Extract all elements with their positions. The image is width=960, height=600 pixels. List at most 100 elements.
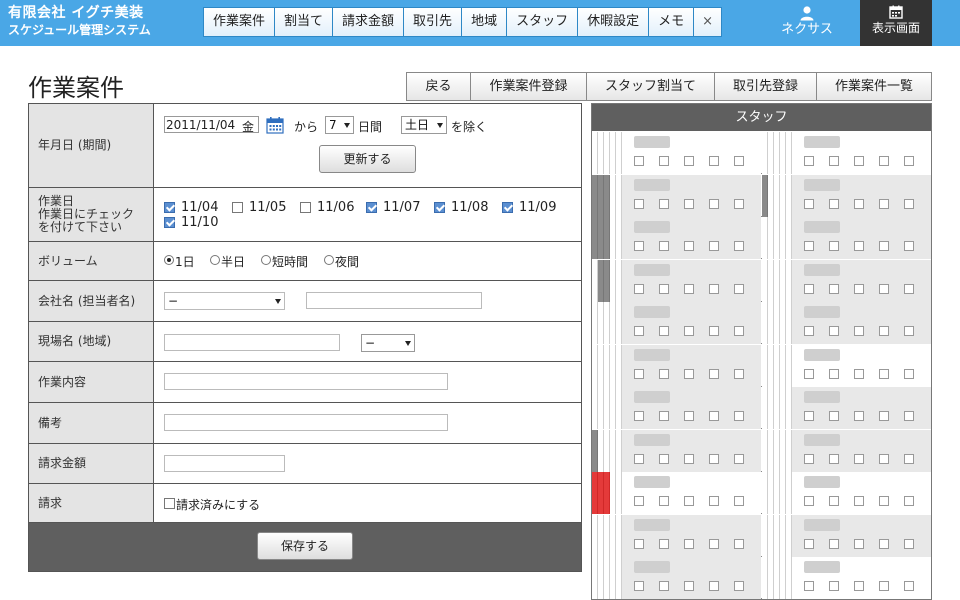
staff-cell[interactable] [762,557,931,599]
staff-day-checkbox[interactable] [829,284,839,294]
staff-day-checkbox[interactable] [659,284,669,294]
staff-day-checkbox[interactable] [829,199,839,209]
staff-day-checkbox[interactable] [904,539,914,549]
staff-day-checkbox[interactable] [659,326,669,336]
staff-day-checkbox[interactable] [634,326,644,336]
staff-day-checkbox[interactable] [734,284,744,294]
volume-radio[interactable] [164,255,174,265]
staff-day-checkbox[interactable] [904,454,914,464]
staff-day-checkbox[interactable] [854,241,864,251]
staff-day-checkbox[interactable] [804,539,814,549]
staff-day-checkbox[interactable] [904,369,914,379]
area-select[interactable]: − [361,334,415,352]
staff-day-checkbox[interactable] [659,581,669,591]
staff-day-checkbox[interactable] [829,326,839,336]
staff-cell[interactable] [592,557,761,599]
staff-cell[interactable] [762,302,931,344]
workday-checkbox[interactable] [434,202,445,213]
staff-day-checkbox[interactable] [829,496,839,506]
staff-day-checkbox[interactable] [854,326,864,336]
staff-cell[interactable] [592,430,761,472]
staff-day-checkbox[interactable] [684,581,694,591]
staff-day-checkbox[interactable] [709,326,719,336]
nav-item-billing[interactable]: 請求金額 [333,8,405,36]
staff-day-checkbox[interactable] [659,454,669,464]
staff-day-checkbox[interactable] [879,326,889,336]
staff-day-checkbox[interactable] [709,369,719,379]
workday-checkbox[interactable] [502,202,513,213]
staff-cell[interactable] [592,302,761,344]
staff-day-checkbox[interactable] [904,199,914,209]
staff-day-checkbox[interactable] [659,369,669,379]
volume-radio[interactable] [210,255,220,265]
staff-day-checkbox[interactable] [634,199,644,209]
staff-cell[interactable] [762,387,931,429]
register-job-button[interactable]: 作業案件登録 [471,73,587,100]
staff-day-checkbox[interactable] [734,496,744,506]
staff-day-checkbox[interactable] [829,539,839,549]
staff-day-checkbox[interactable] [634,581,644,591]
staff-day-checkbox[interactable] [634,241,644,251]
staff-day-checkbox[interactable] [709,454,719,464]
staff-day-checkbox[interactable] [879,581,889,591]
staff-day-checkbox[interactable] [634,539,644,549]
note-input[interactable] [164,414,448,431]
staff-day-checkbox[interactable] [829,454,839,464]
staff-day-checkbox[interactable] [709,581,719,591]
work-content-input[interactable] [164,373,448,390]
staff-day-checkbox[interactable] [879,199,889,209]
staff-day-checkbox[interactable] [854,411,864,421]
staff-cell[interactable] [592,345,761,387]
staff-day-checkbox[interactable] [829,241,839,251]
date-input[interactable]: 2011/11/04 金 [164,116,259,134]
staff-day-checkbox[interactable] [709,539,719,549]
staff-day-checkbox[interactable] [904,411,914,421]
staff-cell[interactable] [762,472,931,514]
staff-day-checkbox[interactable] [634,496,644,506]
staff-day-checkbox[interactable] [829,369,839,379]
nav-item-holidays[interactable]: 休暇設定 [578,8,650,36]
exclude-select[interactable]: 土日 [401,116,447,134]
staff-day-checkbox[interactable] [684,326,694,336]
staff-day-checkbox[interactable] [904,284,914,294]
staff-day-checkbox[interactable] [734,454,744,464]
workday-checkbox[interactable] [164,217,175,228]
volume-radio[interactable] [324,255,334,265]
staff-day-checkbox[interactable] [684,241,694,251]
staff-day-checkbox[interactable] [634,411,644,421]
staff-cell[interactable] [592,260,761,302]
staff-day-checkbox[interactable] [709,411,719,421]
staff-day-checkbox[interactable] [879,539,889,549]
staff-day-checkbox[interactable] [804,156,814,166]
staff-cell[interactable] [592,175,761,217]
volume-radio[interactable] [261,255,271,265]
staff-day-checkbox[interactable] [634,156,644,166]
staff-cell[interactable] [592,472,761,514]
staff-day-checkbox[interactable] [684,454,694,464]
staff-day-checkbox[interactable] [804,284,814,294]
staff-day-checkbox[interactable] [684,539,694,549]
staff-day-checkbox[interactable] [854,496,864,506]
staff-cell[interactable] [762,515,931,557]
nav-close-button[interactable]: × [694,8,722,36]
staff-day-checkbox[interactable] [854,369,864,379]
staff-day-checkbox[interactable] [684,284,694,294]
staff-day-checkbox[interactable] [734,241,744,251]
nav-item-staff[interactable]: スタッフ [507,8,579,36]
staff-day-checkbox[interactable] [804,241,814,251]
staff-day-checkbox[interactable] [879,156,889,166]
workday-checkbox[interactable] [366,202,377,213]
staff-day-checkbox[interactable] [804,369,814,379]
staff-day-checkbox[interactable] [734,411,744,421]
user-button[interactable]: ネクサス [755,0,859,46]
nav-item-assign[interactable]: 割当て [275,8,334,36]
staff-day-checkbox[interactable] [684,496,694,506]
staff-day-checkbox[interactable] [879,411,889,421]
staff-day-checkbox[interactable] [734,156,744,166]
staff-day-checkbox[interactable] [734,199,744,209]
site-name-input[interactable] [164,334,340,351]
staff-day-checkbox[interactable] [904,156,914,166]
staff-day-checkbox[interactable] [879,454,889,464]
staff-day-checkbox[interactable] [709,284,719,294]
staff-day-checkbox[interactable] [709,496,719,506]
